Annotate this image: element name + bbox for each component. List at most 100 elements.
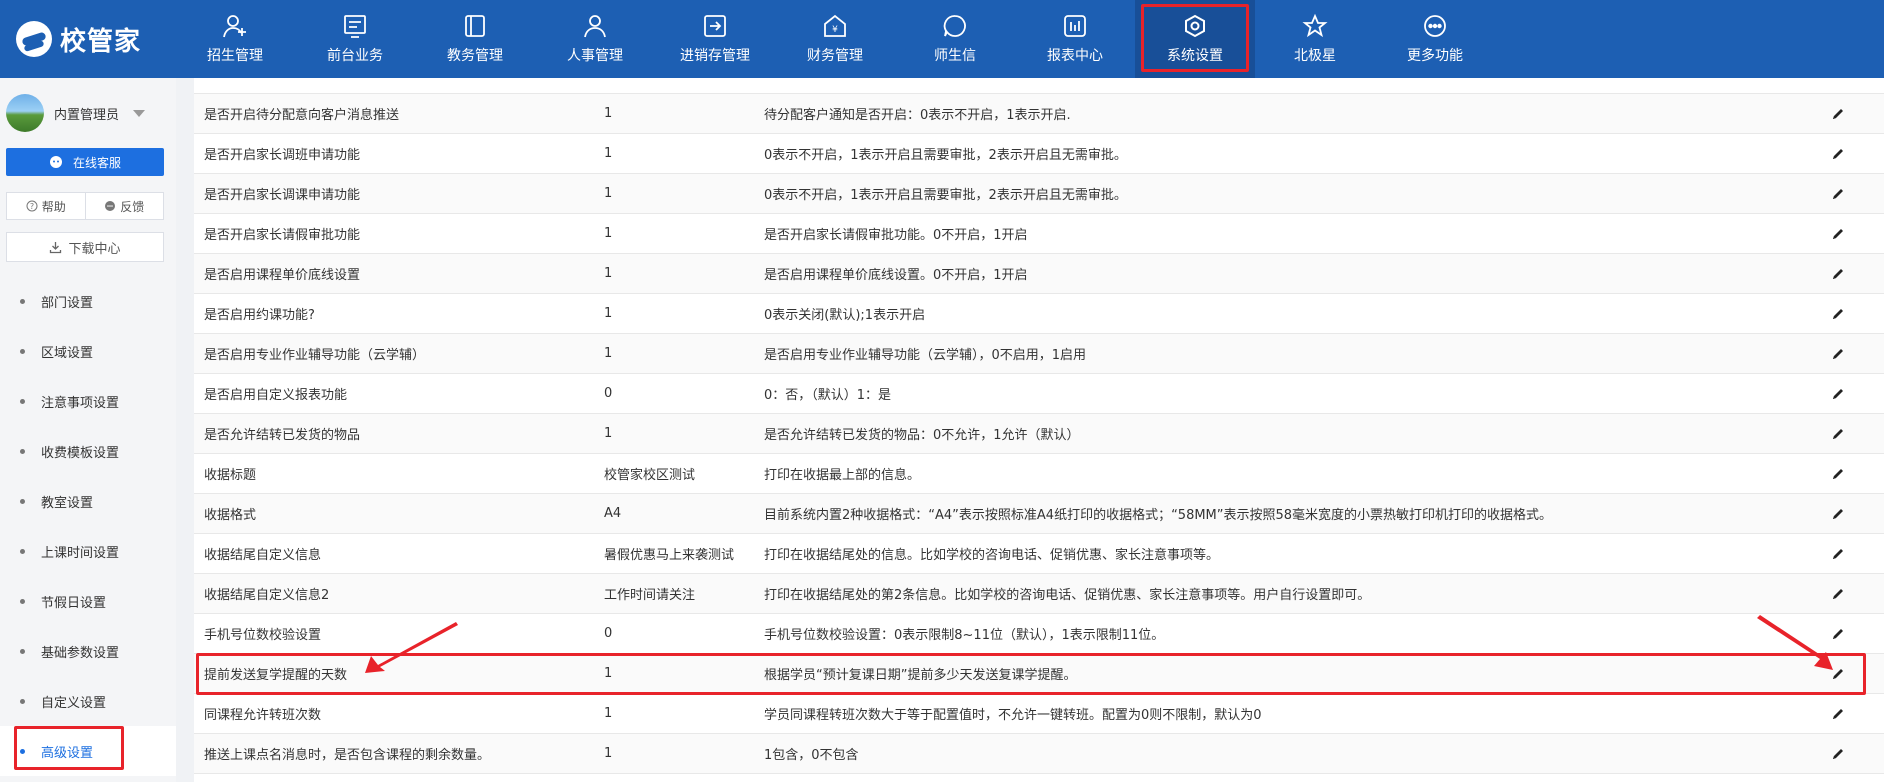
table-row: 是否允许结转已发货的物品 1 是否允许结转已发货的物品：0不允许，1允许（默认） [194,414,1884,454]
menu-item-custom[interactable]: 自定义设置 [0,676,176,726]
bullet-icon [20,698,25,704]
menu-label: 上课时间设置 [41,545,120,561]
logo-icon [16,21,52,57]
menu-item-class-time[interactable]: 上课时间设置 [0,526,176,576]
setting-description: 0：否，（默认）1：是 [764,388,892,403]
nav-item-reports[interactable]: 报表中心 [1015,0,1135,78]
menu-item-classroom[interactable]: 教室设置 [0,476,176,526]
edit-icon[interactable] [1830,626,1846,642]
bullet-icon [20,348,25,354]
menu-item-region[interactable]: 区域设置 [0,326,176,376]
menu-item-department[interactable]: 部门设置 [0,276,176,326]
nav-item-inventory[interactable]: 进销存管理 [655,0,775,78]
edit-icon[interactable] [1830,386,1846,402]
setting-name: 收据标题 [204,468,257,483]
download-center-button[interactable]: 下载中心 [6,232,164,262]
edit-icon[interactable] [1830,546,1846,562]
setting-value: 1 [604,266,613,281]
edit-icon[interactable] [1830,226,1846,242]
finance-icon: ¥ [824,14,846,37]
setting-value: 1 [604,426,613,441]
nav-item-more[interactable]: 更多功能 [1375,0,1495,78]
user-add-icon [223,15,246,38]
setting-name: 手机号位数校验设置 [204,628,322,643]
edit-icon[interactable] [1830,426,1846,442]
nav-label: 北极星 [1294,48,1336,64]
help-feedback-row: ? 帮助 反馈 [6,192,164,220]
setting-description: 是否启用课程单价底线设置。0不开启，1开启 [764,268,1028,283]
nav-item-polaris[interactable]: 北极星 [1255,0,1375,78]
bullet-icon [20,648,25,654]
book-icon [465,15,485,37]
setting-value: 工作时间请关注 [604,588,696,603]
feedback-label: 反馈 [120,199,145,214]
online-service-button[interactable]: 在线客服 [6,148,164,176]
setting-name: 是否启用自定义报表功能 [204,388,348,403]
menu-item-basic-params[interactable]: 基础参数设置 [0,626,176,676]
table-row: 是否启用自定义报表功能 0 0：否，（默认）1：是 [194,374,1884,414]
bullet-icon [20,498,25,504]
table-row: 收据结尾自定义信息2 工作时间请关注 打印在收据结尾处的第2条信息。比如学校的咨询电… [194,574,1884,614]
table-row: 是否开启待分配意向客户消息推送 1 待分配客户通知是否开启：0表示不开启，1表示开启… [194,94,1884,134]
menu-label: 注意事项设置 [41,395,120,411]
bullet-icon [20,448,25,454]
edit-icon[interactable] [1830,586,1846,602]
edit-icon[interactable] [1830,706,1846,722]
menu-label: 高级设置 [41,745,94,761]
help-button[interactable]: ? 帮助 [7,193,85,219]
user-menu[interactable]: 内置管理员 [6,94,146,132]
table-row: 收据结尾自定义信息 暑假优惠马上来袭测试 打印在收据结尾处的信息。比如学校的咨询电话… [194,534,1884,574]
menu-item-holiday[interactable]: 节假日设置 [0,576,176,626]
setting-name: 收据结尾自定义信息2 [204,588,330,603]
menu-label: 区域设置 [41,345,94,361]
nav-label: 系统设置 [1167,48,1223,64]
edit-icon[interactable] [1830,146,1846,162]
table-row [194,78,1884,94]
setting-name: 同课程允许转班次数 [204,708,322,723]
nav-label: 更多功能 [1407,48,1463,64]
setting-description: 0表示关闭(默认);1表示开启 [764,308,926,323]
app-logo[interactable]: 校管家 [16,18,141,60]
feedback-button[interactable]: 反馈 [84,193,164,219]
edit-icon[interactable] [1830,186,1846,202]
setting-name: 是否允许结转已发货的物品 [204,428,361,443]
table-row: 提前发送复学提醒的天数 1 根据学员“预计复课日期”提前多少天发送复课学提醒。 [194,654,1884,694]
nav-item-messaging[interactable]: 师生信 [895,0,1015,78]
setting-value: A4 [604,506,622,521]
nav-item-admissions[interactable]: 招生管理 [175,0,295,78]
menu-item-fee-template[interactable]: 收费模板设置 [0,426,176,476]
setting-name: 是否启用课程单价底线设置 [204,268,361,283]
edit-icon[interactable] [1830,266,1846,282]
nav-item-front-desk[interactable]: 前台业务 [295,0,415,78]
nav-item-finance[interactable]: ¥ 财务管理 [775,0,895,78]
menu-item-advanced[interactable]: 高级设置 [0,726,176,776]
table-row: 收据格式 A4 目前系统内置2种收据格式：“A4”表示按照标准A4纸打印的收据格式；… [194,494,1884,534]
setting-description: 打印在收据最上部的信息。 [764,468,921,483]
edit-icon[interactable] [1830,306,1846,322]
menu-label: 部门设置 [41,295,94,311]
edit-icon[interactable] [1830,106,1846,122]
setting-description: 打印在收据结尾处的信息。比如学校的咨询电话、促销优惠、家长注意事项等。 [764,548,1220,563]
nav-label: 前台业务 [327,48,383,64]
setting-description: 1包含，0不包含 [764,748,859,763]
nav-item-hr[interactable]: 人事管理 [535,0,655,78]
logo-text: 校管家 [60,26,142,57]
edit-icon[interactable] [1830,346,1846,362]
menu-item-notes[interactable]: 注意事项设置 [0,376,176,426]
setting-description: 是否允许结转已发货的物品：0不允许，1允许（默认） [764,428,1080,443]
menu-label: 收费模板设置 [41,445,120,461]
edit-icon[interactable] [1830,506,1846,522]
nav-item-system-settings[interactable]: 系统设置 [1135,0,1255,78]
edit-icon[interactable] [1830,746,1846,762]
bullet-icon [20,298,25,304]
edit-icon[interactable] [1830,666,1846,682]
download-center-label: 下载中心 [68,241,121,257]
svg-text:?: ? [30,202,34,211]
feedback-icon [105,201,116,211]
setting-description: 是否开启家长请假审批功能。0不开启，1开启 [764,228,1028,243]
nav-item-academic[interactable]: 教务管理 [415,0,535,78]
settings-menu: 部门设置 区域设置 注意事项设置 收费模板设置 教室设置 上课时间设置 节假日设… [0,276,176,776]
person-icon [584,15,606,38]
setting-value: 0 [604,386,613,401]
edit-icon[interactable] [1830,466,1846,482]
